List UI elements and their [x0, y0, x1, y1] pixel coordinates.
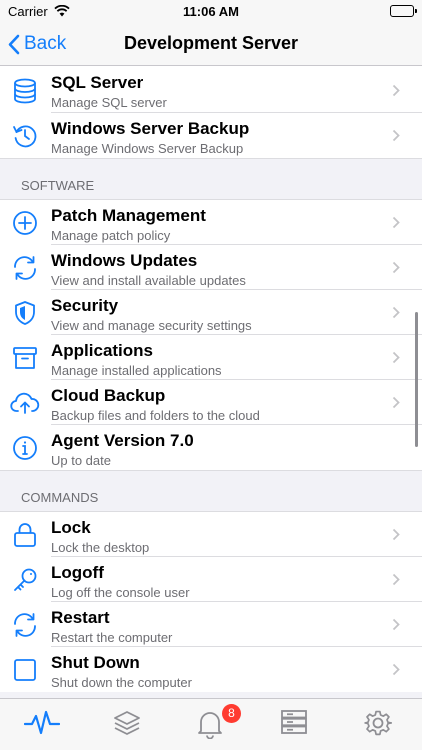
- chevron-right-icon: [392, 216, 400, 229]
- layers-icon: [114, 711, 140, 735]
- row-title: Agent Version 7.0: [51, 431, 194, 450]
- shield-icon: [10, 298, 40, 328]
- database-icon: [10, 76, 40, 106]
- chevron-right-icon: [392, 573, 400, 586]
- tab-settings[interactable]: [358, 709, 398, 741]
- row-title: Restart: [51, 608, 110, 627]
- software-group: Patch Management Manage patch policy Win…: [0, 200, 422, 470]
- history-icon: [10, 121, 40, 151]
- row-subtitle: Manage patch policy: [51, 228, 171, 243]
- list-item-windows-server-backup[interactable]: Windows Server Backup Manage Windows Ser…: [0, 113, 422, 158]
- list-item-logoff[interactable]: Logoff Log off the console user: [0, 557, 422, 602]
- row-subtitle: Lock the desktop: [51, 540, 150, 555]
- list-item-restart[interactable]: Restart Restart the computer: [0, 602, 422, 647]
- section-header-software: SOFTWARE: [0, 158, 422, 200]
- row-subtitle: Manage SQL server: [51, 95, 167, 110]
- row-subtitle: Log off the console user: [51, 585, 190, 600]
- tab-bar: 8: [0, 698, 422, 750]
- list-item-patch-management[interactable]: Patch Management Manage patch policy: [0, 200, 422, 245]
- row-subtitle: Manage Windows Server Backup: [51, 141, 244, 156]
- list-item-lock[interactable]: Lock Lock the desktop: [0, 512, 422, 557]
- row-title: Security: [51, 296, 119, 315]
- tab-layers[interactable]: [107, 709, 147, 741]
- chevron-right-icon: [392, 618, 400, 631]
- bell-icon: [198, 712, 222, 739]
- row-subtitle: Backup files and folders to the cloud: [51, 408, 260, 423]
- chevron-right-icon: [392, 129, 400, 142]
- chevron-right-icon: [392, 663, 400, 676]
- row-subtitle: Restart the computer: [51, 630, 173, 645]
- page-title: Development Server: [123, 33, 299, 53]
- list-item-cloud-backup[interactable]: Cloud Backup Backup files and folders to…: [0, 380, 422, 425]
- status-time: 11:06 AM: [183, 4, 239, 19]
- gear-icon: [364, 710, 392, 736]
- refresh-icon: [10, 253, 40, 283]
- row-title: SQL Server: [51, 73, 144, 92]
- row-subtitle: View and install available updates: [51, 273, 246, 288]
- row-subtitle: View and manage security settings: [51, 318, 252, 333]
- row-title: Applications: [51, 341, 154, 360]
- list-item-security[interactable]: Security View and manage security settin…: [0, 290, 422, 335]
- section-header-commands: COMMANDS: [0, 470, 422, 512]
- chevron-right-icon: [392, 261, 400, 274]
- row-title: Patch Management: [51, 206, 206, 225]
- key-icon: [10, 565, 40, 595]
- tab-servers[interactable]: [274, 709, 314, 741]
- row-title: Lock: [51, 518, 91, 537]
- list-item-shut-down[interactable]: Shut Down Shut down the computer: [0, 647, 422, 692]
- row-title: Windows Server Backup: [51, 119, 250, 138]
- info-icon: [10, 433, 40, 463]
- pulse-icon: [24, 710, 60, 735]
- row-subtitle: Shut down the computer: [51, 675, 192, 690]
- list-item-applications[interactable]: Applications Manage installed applicatio…: [0, 335, 422, 380]
- server-rack-icon: [281, 710, 307, 734]
- status-bar: Carrier 11:06 AM: [0, 0, 422, 22]
- row-title: Cloud Backup: [51, 386, 166, 405]
- row-subtitle: Manage installed applications: [51, 363, 222, 378]
- chevron-right-icon: [392, 306, 400, 319]
- battery-icon: [390, 5, 417, 17]
- row-title: Shut Down: [51, 653, 140, 672]
- restart-icon: [10, 610, 40, 640]
- settings-list[interactable]: SQL Server Manage SQL server Windows Ser…: [0, 66, 422, 698]
- scroll-indicator[interactable]: [415, 312, 418, 447]
- chevron-right-icon: [392, 396, 400, 409]
- navigation-bar: Back Development Server: [0, 22, 422, 66]
- list-item-agent-version: Agent Version 7.0 Up to date: [0, 425, 422, 470]
- plus-circle-icon: [10, 208, 40, 238]
- list-item-sql-server[interactable]: SQL Server Manage SQL server: [0, 66, 422, 113]
- archive-box-icon: [10, 343, 40, 373]
- cloud-upload-icon: [10, 388, 40, 418]
- chevron-right-icon: [392, 351, 400, 364]
- row-subtitle: Up to date: [51, 453, 111, 468]
- tab-activity[interactable]: [22, 709, 62, 741]
- stop-square-icon: [10, 655, 40, 685]
- row-title: Windows Updates: [51, 251, 198, 270]
- chevron-right-icon: [392, 528, 400, 541]
- chevron-right-icon: [392, 84, 400, 97]
- lock-icon: [10, 520, 40, 550]
- commands-group: Lock Lock the desktop Logoff Log off the…: [0, 512, 422, 692]
- alerts-badge: 8: [222, 704, 241, 723]
- top-group: SQL Server Manage SQL server Windows Ser…: [0, 66, 422, 158]
- list-item-windows-updates[interactable]: Windows Updates View and install availab…: [0, 245, 422, 290]
- row-title: Logoff: [51, 563, 104, 582]
